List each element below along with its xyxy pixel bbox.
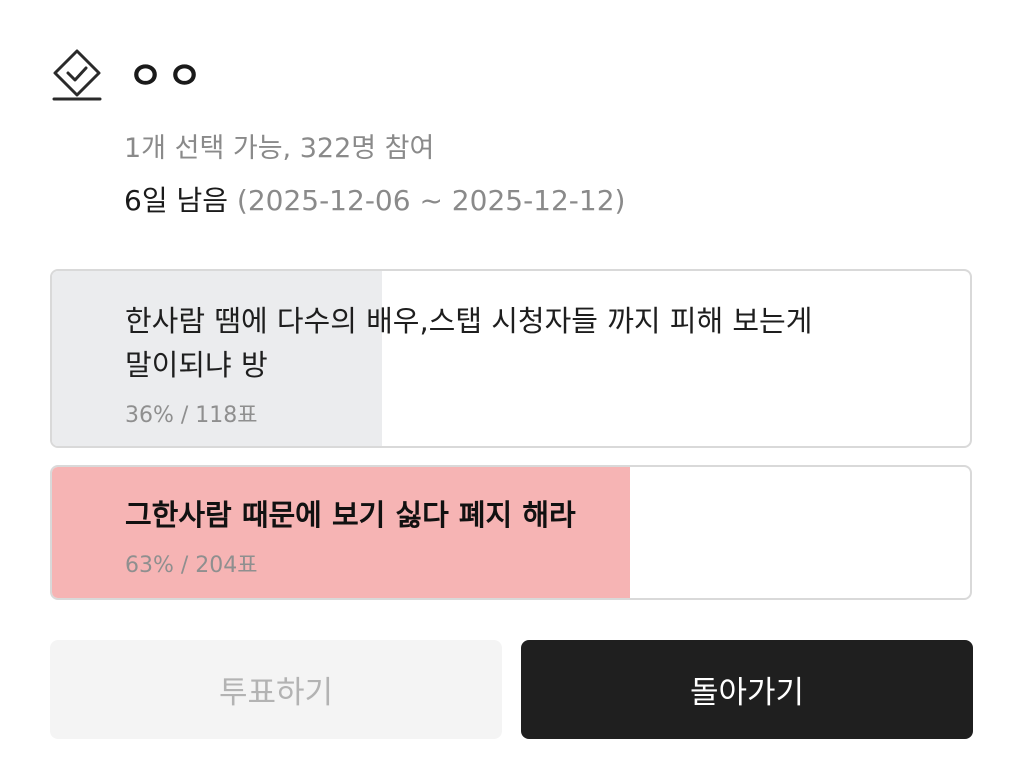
option-2-stats: 63% / 204표	[125, 553, 258, 578]
poll-header: ㅇㅇ	[50, 48, 206, 104]
poll-option-2[interactable]: 그한사람 때문에 보기 싫다 폐지 해라 63% / 204표	[50, 465, 972, 600]
option-1-stats: 36% / 118표	[125, 403, 258, 428]
back-button[interactable]: 돌아가기	[521, 640, 973, 739]
date-range: (2025-12-06 ~ 2025-12-12)	[228, 184, 626, 217]
vote-box-check-icon	[52, 49, 102, 101]
option-1-text: 한사람 땜에 다수의 배우,스탭 시청자들 까지 피해 보는게 말이되냐 방	[125, 304, 813, 382]
option-2-text: 그한사람 때문에 보기 싫다 폐지 해라	[125, 498, 576, 532]
poll-option-1[interactable]: 한사람 땜에 다수의 배우,스탭 시청자들 까지 피해 보는게 말이되냐 방 3…	[50, 269, 972, 448]
poll-meta: 1개 선택 가능, 322명 참여	[124, 133, 435, 164]
vote-button[interactable]: 투표하기	[50, 640, 502, 739]
poll-deadline: 6일 남음 (2025-12-06 ~ 2025-12-12)	[124, 184, 625, 218]
remaining-days: 6일 남음	[124, 184, 228, 217]
poll-title: ㅇㅇ	[128, 54, 206, 98]
